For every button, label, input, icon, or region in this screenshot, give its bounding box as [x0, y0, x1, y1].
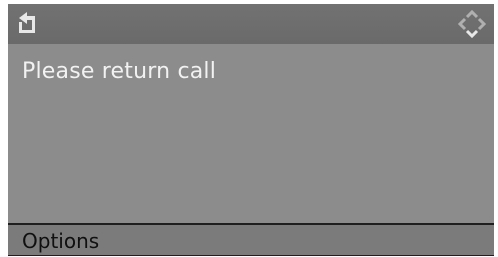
- navigation-control[interactable]: [456, 8, 488, 40]
- navigation-arrows-icon: [457, 9, 487, 39]
- back-arrow-icon: [19, 12, 35, 33]
- header-bar: [8, 4, 494, 44]
- display-screen: Please return call Options: [8, 4, 494, 256]
- message-text: Please return call: [22, 59, 217, 84]
- back-button[interactable]: [16, 8, 56, 40]
- options-label: Options: [22, 229, 100, 253]
- options-menu-item[interactable]: Options: [8, 223, 494, 256]
